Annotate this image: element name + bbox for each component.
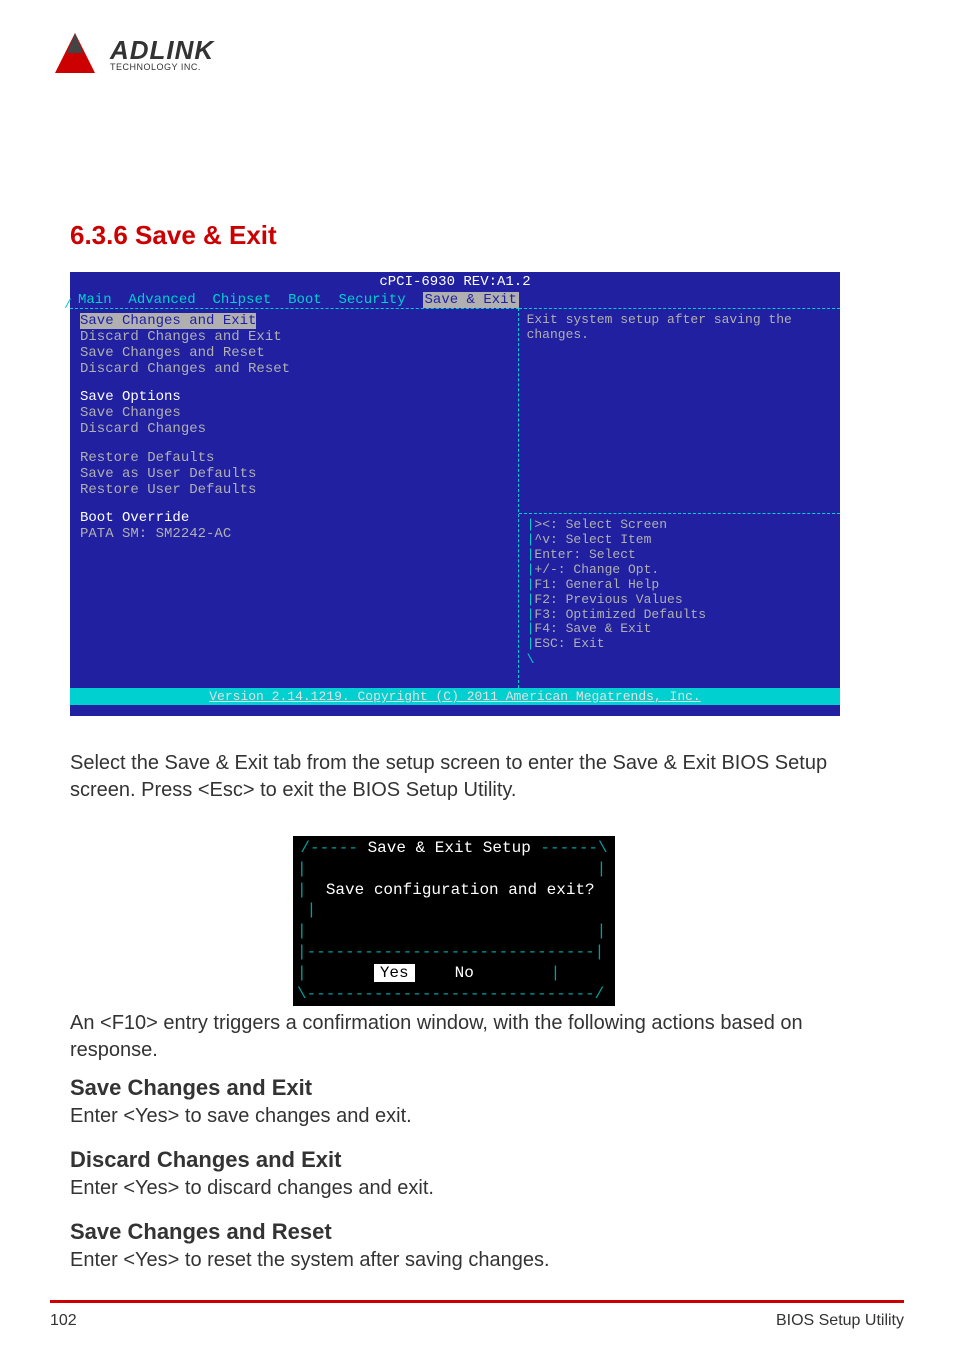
dialog-no-button: No [455,964,474,982]
tab-chipset: Chipset [212,292,271,308]
dialog-row: || [297,859,611,880]
tab-advanced: Advanced [128,292,195,308]
bios-help-text: Exit system setup after saving the chang… [527,313,832,343]
menu-save-changes: Save Changes [80,405,508,421]
option-1-desc: Enter <Yes> to save changes and exit. [70,1105,870,1128]
key-esc: |ESC: Exit [527,637,832,652]
menu-boot-device: PATA SM: SM2242-AC [80,526,508,542]
logo-text: ADLINK [110,35,214,66]
menu-save-exit: Save Changes and Exit [80,313,256,329]
dialog-separator: |------------------------------| [297,942,611,963]
bios-title: cPCI-6930 REV:A1.2 [70,272,840,292]
menu-save-reset: Save Changes and Reset [80,345,508,361]
bios-key-hints: |><: Select Screen |^v: Select Item |Ent… [527,518,832,652]
section-heading: 6.3.6 Save & Exit [70,220,277,251]
bios-left-panel: Save Changes and Exit Discard Changes an… [70,308,519,688]
menu-discard-reset: Discard Changes and Reset [80,361,508,377]
menu-restore-defaults: Restore Defaults [80,450,508,466]
key-screen: |><: Select Screen [527,518,832,533]
page-number: 102 [50,1312,77,1330]
key-help: |F1: General Help [527,578,832,593]
bios-right-panel: Exit system setup after saving the chang… [519,308,840,688]
key-change: |+/-: Change Opt. [527,563,832,578]
dialog-question-row: | Save configuration and exit? | [297,880,611,922]
bios-screenshot: cPCI-6930 REV:A1.2 Main Advanced Chipset… [70,272,840,716]
key-select: |Enter: Select [527,548,832,563]
tab-security: Security [339,292,406,308]
dialog-screenshot: /----- Save & Exit Setup ------\ || | Sa… [293,836,615,1006]
bios-separator [519,513,840,514]
menu-discard-changes: Discard Changes [80,421,508,437]
footer-rule [50,1300,904,1303]
option-1-title: Save Changes and Exit [70,1075,312,1101]
bios-body: Save Changes and Exit Discard Changes an… [70,308,840,688]
logo-icon [50,28,100,78]
key-item: |^v: Select Item [527,533,832,548]
bios-footer: Version 2.14.1219. Copyright (C) 2011 Am… [70,688,840,705]
footer-label: BIOS Setup Utility [776,1312,904,1330]
menu-restore-user-defaults: Restore User Defaults [80,482,508,498]
paragraph-2: An <F10> entry triggers a confirmation w… [70,1010,870,1064]
menu-discard-exit: Discard Changes and Exit [80,329,508,345]
logo-text-block: ADLINK TECHNOLOGY INC. [110,35,214,72]
paragraph-1: Select the Save & Exit tab from the setu… [70,750,870,804]
option-3-title: Save Changes and Reset [70,1219,332,1245]
dialog-title-line: /----- Save & Exit Setup ------\ [297,838,611,859]
group-save-options: Save Options [80,389,508,405]
dialog-button-row: | YesNo | [297,963,611,984]
dialog-bottom: \------------------------------/ [297,984,611,1005]
key-save: |F4: Save & Exit [527,622,832,637]
key-defaults: |F3: Optimized Defaults [527,608,832,623]
menu-save-user-defaults: Save as User Defaults [80,466,508,482]
key-prev: |F2: Previous Values [527,593,832,608]
dialog-question: Save configuration and exit? [326,881,595,899]
bios-tab-bar: Main Advanced Chipset Boot Security Save… [70,292,840,308]
tab-save-exit: Save & Exit [423,292,519,308]
dialog-row: || [297,921,611,942]
tab-main: Main [78,292,112,308]
dialog-yes-button: Yes [374,964,415,982]
tab-boot: Boot [288,292,322,308]
option-3-desc: Enter <Yes> to reset the system after sa… [70,1249,870,1272]
logo: ADLINK TECHNOLOGY INC. [50,28,214,78]
option-2-desc: Enter <Yes> to discard changes and exit. [70,1177,870,1200]
logo-subtext: TECHNOLOGY INC. [110,62,214,72]
option-2-title: Discard Changes and Exit [70,1147,341,1173]
group-boot-override: Boot Override [80,510,508,526]
